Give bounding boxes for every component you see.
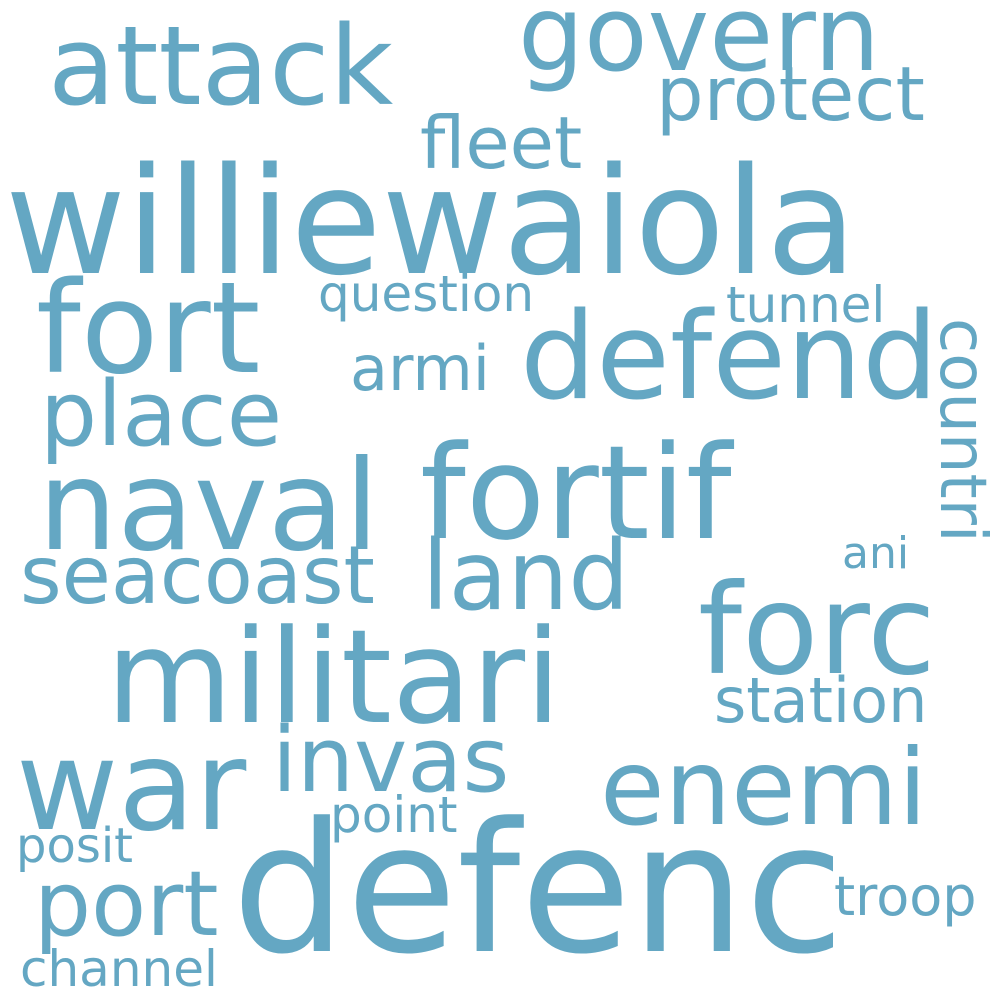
word-defenc: defenc [232,785,845,994]
word-troop: troop [834,865,977,928]
word-channel: channel [20,940,218,998]
word-armi: armi [350,332,491,405]
word-attack: attack [48,2,394,130]
word-protect: protect [656,50,925,138]
word-countri: countri [925,318,999,543]
word-port: port [34,852,219,957]
word-station: station [714,664,928,737]
word-cloud: govern attack protect fleet williewaiola… [0,0,1000,1000]
word-question: question [318,265,535,323]
word-defend: defend [520,288,939,427]
